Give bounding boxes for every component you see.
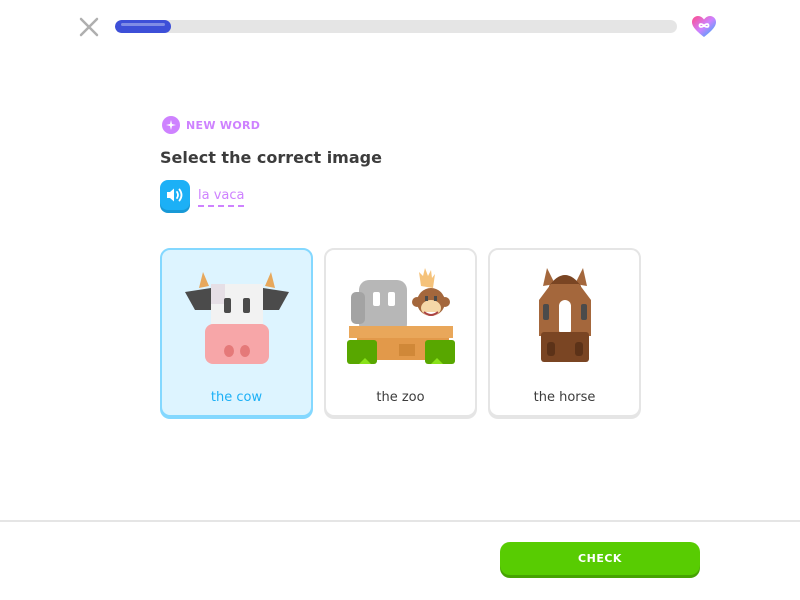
cow-illustration — [184, 272, 289, 364]
audio-prompt: la vaca — [160, 180, 245, 210]
close-icon — [79, 17, 99, 37]
zoo-illustration — [346, 268, 455, 364]
choice-card-zoo[interactable]: the zoo — [324, 248, 477, 417]
horse-illustration — [538, 268, 591, 362]
lesson-progress-bar — [115, 20, 677, 33]
sparkle-icon — [162, 116, 180, 134]
new-word-badge: NEW WORD — [162, 116, 260, 134]
check-button[interactable]: CHECK — [500, 542, 700, 575]
target-word[interactable]: la vaca — [198, 188, 245, 207]
footer-divider — [0, 520, 800, 522]
choice-card-cow[interactable]: the cow — [160, 248, 313, 417]
choice-label: the cow — [210, 390, 263, 405]
choice-label: the zoo — [376, 390, 425, 405]
infinite-hearts-icon — [692, 16, 716, 37]
lesson-progress-fill — [115, 20, 172, 33]
new-word-label: NEW WORD — [186, 118, 261, 132]
play-audio-button[interactable] — [160, 180, 190, 210]
choice-label: the horse — [533, 390, 596, 405]
page-title: Select the correct image — [160, 148, 382, 167]
choice-card-horse[interactable]: the horse — [488, 248, 641, 417]
choice-list: the cow the zoo the horse — [160, 248, 641, 417]
speaker-icon — [167, 188, 183, 202]
hearts-button[interactable] — [691, 15, 717, 39]
close-button[interactable] — [78, 16, 100, 38]
